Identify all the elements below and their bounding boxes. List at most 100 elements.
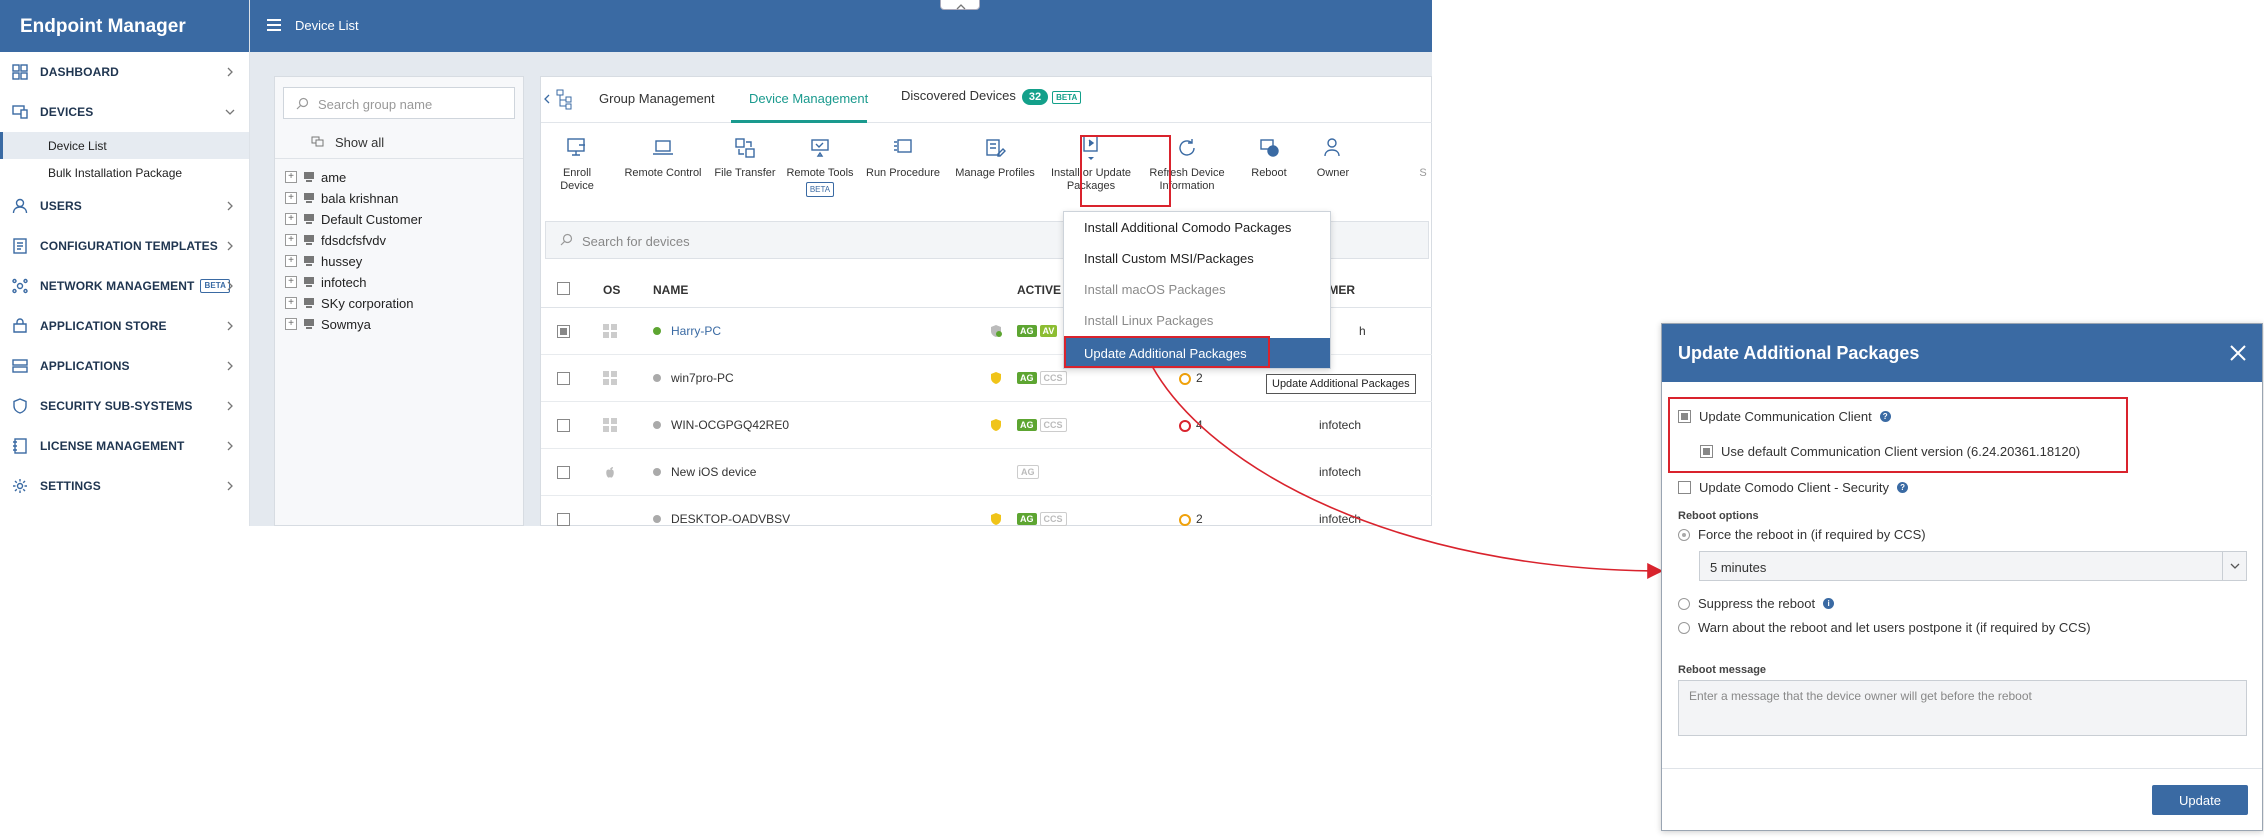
help-icon[interactable]: ? [1897,482,1909,493]
tab-device-management[interactable]: Device Management [749,91,868,106]
sidebar-item-users[interactable]: USERS [0,186,249,226]
update-additional-packages-dialog: Update Additional Packages Update Commun… [1661,323,2263,831]
row-checkbox[interactable] [557,419,570,432]
remote-control-button[interactable]: Remote Control [621,133,705,180]
expand-icon[interactable]: + [285,213,297,225]
alert-count-value: 2 [1196,512,1203,526]
sidebar-item-devices[interactable]: DEVICES [0,92,249,132]
enroll-device-button[interactable]: Enroll Device [545,133,609,193]
force-reboot-option[interactable]: Force the reboot in (if required by CCS) [1678,527,1926,542]
owner-icon [1324,138,1340,157]
sidebar-item-security-sub-systems[interactable]: SECURITY SUB-SYSTEMS [0,386,249,426]
sidebar-item-license-management[interactable]: LICENSE MANAGEMENT [0,426,249,466]
warn-reboot-option[interactable]: Warn about the reboot and let users post… [1678,620,2091,635]
manage-profiles-button[interactable]: Manage Profiles [951,133,1039,180]
row-checkbox[interactable] [557,466,570,479]
sidebar-item-label: CONFIGURATION TEMPLATES [40,239,218,253]
sidebar-item-applications[interactable]: APPLICATIONS [0,346,249,386]
update-comodo-client-checkbox[interactable] [1678,481,1691,494]
device-name-link[interactable]: New iOS device [671,465,756,479]
row-checkbox[interactable] [557,513,570,526]
tab-discovered-devices[interactable]: Discovered Devices 32 BETA [901,88,1082,105]
expand-icon[interactable]: + [285,318,297,330]
close-icon[interactable] [2228,343,2248,363]
device-name-link[interactable]: Harry-PC [671,324,721,338]
sidebar-item-configuration-templates[interactable]: CONFIGURATION TEMPLATES [0,226,249,266]
info-icon[interactable]: i [1823,598,1835,609]
hamburger-menu-icon[interactable] [266,18,282,32]
alert-count: 2 [1179,512,1203,526]
menu-item-install-comodo-packages[interactable]: Install Additional Comodo Packages [1064,212,1330,242]
suppress-reboot-option[interactable]: Suppress the reboot i [1678,596,1835,611]
menu-item-install-custom-msi[interactable]: Install Custom MSI/Packages [1064,243,1330,273]
table-row[interactable]: WIN-OCGPGQ42RE0 AG CCS 4 infotech [541,402,1432,449]
chevron-right-icon [227,67,233,77]
owner-button[interactable]: Owner [1305,133,1361,180]
computer-icon [304,235,314,245]
device-name-link[interactable]: WIN-OCGPGQ42RE0 [671,418,789,432]
sidebar-item-label: NETWORK MANAGEMENT [40,279,195,293]
reboot-delay-select[interactable]: 5 minutes [1699,551,2247,581]
help-icon[interactable]: ? [1879,411,1891,422]
top-bar: Device List [250,0,1432,52]
reboot-button[interactable]: Reboot [1241,133,1297,180]
search-icon [560,233,573,246]
expand-icon[interactable]: + [285,276,297,288]
remote-tools-button[interactable]: Remote Tools BETA [785,133,855,197]
laptop-icon [653,140,673,155]
group-search-input[interactable]: Search group name [283,87,515,119]
windows-icon [603,418,617,432]
apple-icon [606,467,614,478]
use-default-version-checkbox[interactable] [1700,445,1713,458]
select-all-checkbox[interactable] [557,282,570,295]
expand-icon[interactable]: + [285,255,297,267]
tab-group-management[interactable]: Group Management [599,91,715,106]
collapse-handle[interactable] [940,0,980,10]
alert-icon [1179,419,1191,432]
run-procedure-button[interactable]: Run Procedure [863,133,943,180]
tool-label: File Transfer [714,167,776,179]
warn-reboot-radio[interactable] [1678,621,1690,634]
tree-collapse-icon[interactable] [543,87,573,111]
device-name-link[interactable]: win7pro-PC [671,371,734,385]
sidebar-item-label: APPLICATIONS [40,359,130,373]
update-button[interactable]: Update [2152,785,2248,815]
table-row[interactable]: DESKTOP-OADVBSV AG CCS 2 infotech [541,496,1432,526]
sidebar-item-dashboard[interactable]: DASHBOARD [0,52,249,92]
menu-item-install-linux-packages[interactable]: Install Linux Packages [1064,305,1330,335]
expand-icon[interactable]: + [285,234,297,246]
use-default-version-option[interactable]: Use default Communication Client version… [1700,444,2080,459]
refresh-icon [1179,139,1195,156]
component-tag: AG [1017,419,1037,431]
sidebar-item-settings[interactable]: SETTINGS [0,466,249,506]
expand-icon[interactable]: + [285,171,297,183]
computer-icon [304,193,314,203]
suppress-reboot-radio[interactable] [1678,597,1690,610]
breadcrumb: Device List [295,18,359,33]
force-reboot-radio[interactable] [1678,528,1690,541]
more-tools-button[interactable]: S [1413,133,1432,180]
table-row[interactable]: New iOS device AG infotech [541,449,1432,496]
update-comm-client-checkbox[interactable] [1678,410,1691,423]
enroll-device-icon [567,138,585,156]
menu-tooltip: Update Additional Packages [1266,374,1416,394]
menu-item-install-macos-packages[interactable]: Install macOS Packages [1064,274,1330,304]
group-item[interactable]: + Sowmya [285,310,371,338]
reboot-message-textarea[interactable]: Enter a message that the device owner wi… [1678,680,2247,736]
reboot-delay-value: 5 minutes [1710,560,1767,575]
expand-icon[interactable]: + [285,192,297,204]
shield-icon [10,396,30,416]
sidebar-item-network-management[interactable]: NETWORK MANAGEMENT BETA [0,266,249,306]
sidebar-item-application-store[interactable]: APPLICATION STORE [0,306,249,346]
update-comm-client-option[interactable]: Update Communication Client? [1678,409,1891,424]
row-checkbox[interactable] [557,325,570,338]
expand-icon[interactable]: + [285,297,297,309]
file-transfer-button[interactable]: File Transfer [713,133,777,180]
update-comodo-client-option[interactable]: Update Comodo Client - Security? [1678,480,1909,495]
sidebar-subitem-device-list[interactable]: Device List [0,132,249,159]
device-name-link[interactable]: DESKTOP-OADVBSV [671,512,790,526]
sidebar-subitem-bulk-installation[interactable]: Bulk Installation Package [0,159,249,186]
user-icon [10,196,30,216]
row-checkbox[interactable] [557,372,570,385]
show-all-groups[interactable]: Show all [275,125,523,159]
